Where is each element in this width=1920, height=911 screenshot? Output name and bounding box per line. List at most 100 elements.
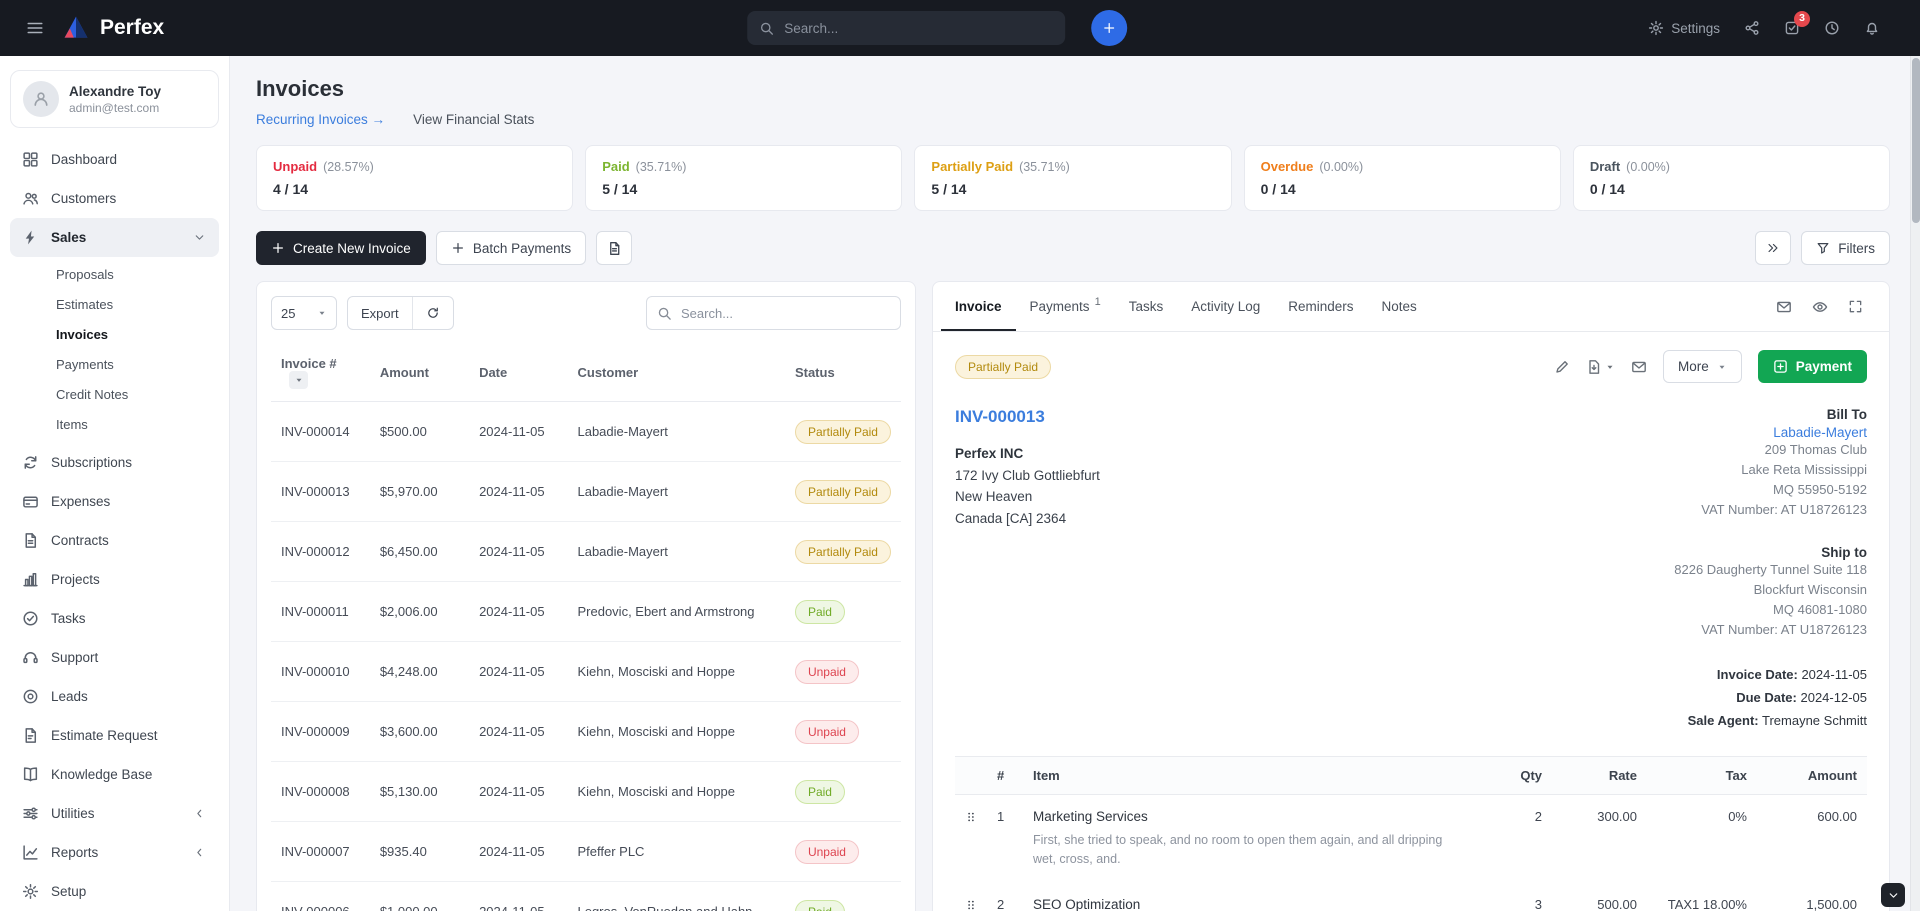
tab-count-badge: 1 xyxy=(1095,296,1101,308)
sidebar-item-expenses[interactable]: Expenses xyxy=(10,482,219,521)
invoice-customer: Legros, VonRueden and Hahn xyxy=(567,882,784,911)
invoice-row[interactable]: INV-000006$1,000.002024-11-05Legros, Von… xyxy=(271,882,901,911)
drag-handle-icon[interactable] xyxy=(955,883,987,911)
sidebar-item-leads[interactable]: Leads xyxy=(10,677,219,716)
invoice-row[interactable]: INV-000012$6,450.002024-11-05Labadie-May… xyxy=(271,522,901,582)
sidebar-item-utilities[interactable]: Utilities xyxy=(10,794,219,833)
fullscreen-icon[interactable] xyxy=(1848,299,1863,315)
user-profile-card[interactable]: Alexandre Toy admin@test.com xyxy=(10,70,219,128)
quick-create-button[interactable] xyxy=(1091,10,1127,46)
invoice-date: 2024-11-05 xyxy=(469,402,567,462)
download-icon xyxy=(1586,359,1602,375)
email-invoice-icon[interactable] xyxy=(1776,299,1792,315)
bill-to-line: Lake Reta Mississippi xyxy=(1527,460,1867,480)
stat-card-partially-paid[interactable]: Partially Paid(35.71%)5 / 14 xyxy=(914,145,1231,211)
invoice-number-link[interactable]: INV-000013 xyxy=(955,407,1045,427)
edit-invoice-icon[interactable] xyxy=(1554,359,1570,375)
preview-eye-icon[interactable] xyxy=(1812,299,1828,315)
stat-card-overdue[interactable]: Overdue(0.00%)0 / 14 xyxy=(1244,145,1561,211)
invoice-row[interactable]: INV-000011$2,006.002024-11-05Predovic, E… xyxy=(271,582,901,642)
invoice-date: 2024-11-05 xyxy=(469,642,567,702)
sidebar-item-knowledge-base[interactable]: Knowledge Base xyxy=(10,755,219,794)
sidebar-item-dashboard[interactable]: Dashboard xyxy=(10,140,219,179)
brand-logo[interactable]: Perfex xyxy=(62,14,164,42)
more-dropdown-button[interactable]: More xyxy=(1663,350,1742,383)
item-name: Marketing Services xyxy=(1033,809,1462,824)
invoice-row[interactable]: INV-000008$5,130.002024-11-05Kiehn, Mosc… xyxy=(271,762,901,822)
sidebar-subitem-items[interactable]: Items xyxy=(10,409,219,439)
tab-reminders[interactable]: Reminders xyxy=(1274,282,1367,331)
drag-handle-icon[interactable] xyxy=(955,795,987,883)
recurring-invoices-link[interactable]: Recurring Invoices → xyxy=(256,112,385,127)
table-search[interactable] xyxy=(646,296,901,330)
sidebar-subitem-invoices[interactable]: Invoices xyxy=(10,319,219,349)
tasks-icon[interactable]: 3 xyxy=(1784,20,1800,36)
send-email-icon[interactable] xyxy=(1631,359,1647,375)
scrollbar-thumb[interactable] xyxy=(1912,58,1920,223)
invoice-row[interactable]: INV-000009$3,600.002024-11-05Kiehn, Mosc… xyxy=(271,702,901,762)
collapse-panel-button[interactable] xyxy=(1755,231,1791,265)
download-pdf-button[interactable] xyxy=(1586,359,1615,375)
sidebar-item-projects[interactable]: Projects xyxy=(10,560,219,599)
stat-card-draft[interactable]: Draft(0.00%)0 / 14 xyxy=(1573,145,1890,211)
share-icon[interactable] xyxy=(1744,20,1760,36)
sidebar-item-reports[interactable]: Reports xyxy=(10,833,219,872)
item-cell: Marketing ServicesFirst, she tried to sp… xyxy=(1023,795,1472,883)
sidebar-subitem-credit-notes[interactable]: Credit Notes xyxy=(10,379,219,409)
sidebar-item-contracts[interactable]: Contracts xyxy=(10,521,219,560)
tab-tasks[interactable]: Tasks xyxy=(1115,282,1178,331)
status-badge: Unpaid xyxy=(795,720,859,744)
tab-activity-log[interactable]: Activity Log xyxy=(1177,282,1274,331)
invoice-row[interactable]: INV-000013$5,970.002024-11-05Labadie-May… xyxy=(271,462,901,522)
scroll-down-button[interactable] xyxy=(1881,883,1905,907)
column-sort-button[interactable] xyxy=(289,371,308,389)
refresh-button[interactable] xyxy=(413,297,453,329)
create-new-invoice-button[interactable]: Create New Invoice xyxy=(256,231,426,265)
invoices-report-button[interactable] xyxy=(596,231,632,265)
sidebar-item-label: Customers xyxy=(51,191,116,206)
tab-notes[interactable]: Notes xyxy=(1368,282,1431,331)
bill-to-customer-link[interactable]: Labadie-Mayert xyxy=(1527,425,1867,440)
global-search-input[interactable] xyxy=(784,21,1053,36)
sidebar-item-customers[interactable]: Customers xyxy=(10,179,219,218)
sidebar-subitem-proposals[interactable]: Proposals xyxy=(10,259,219,289)
items-column-amount: Amount xyxy=(1757,757,1867,795)
batch-payments-button[interactable]: Batch Payments xyxy=(436,231,586,265)
invoice-row[interactable]: INV-000014$500.002024-11-05Labadie-Mayer… xyxy=(271,402,901,462)
invoice-detail-panel: InvoicePayments1Tasks Activity Log Reminde… xyxy=(932,281,1890,911)
sidebar-subitem-payments[interactable]: Payments xyxy=(10,349,219,379)
global-search[interactable] xyxy=(747,11,1065,45)
sidebar-item-subscriptions[interactable]: Subscriptions xyxy=(10,443,219,482)
invoice-row[interactable]: INV-000010$4,248.002024-11-05Kiehn, Mosc… xyxy=(271,642,901,702)
gear-icon xyxy=(1648,20,1664,36)
tab-invoice[interactable]: Invoice xyxy=(941,282,1016,331)
sidebar-item-tasks[interactable]: Tasks xyxy=(10,599,219,638)
invoice-meta-line: Due Date: 2024-12-05 xyxy=(1527,687,1867,710)
reminders-clock-icon[interactable] xyxy=(1824,20,1840,36)
invoice-status: Paid xyxy=(785,882,901,911)
notifications-bell-icon[interactable] xyxy=(1864,20,1880,36)
sidebar-item-estimate-request[interactable]: Estimate Request xyxy=(10,716,219,755)
stat-card-paid[interactable]: Paid(35.71%)5 / 14 xyxy=(585,145,902,211)
invoice-row[interactable]: INV-000007$935.402024-11-05Pfeffer PLCUn… xyxy=(271,822,901,882)
sidebar-subitem-estimates[interactable]: Estimates xyxy=(10,289,219,319)
table-search-input[interactable] xyxy=(681,306,890,321)
view-financial-stats-link[interactable]: View Financial Stats xyxy=(413,112,534,127)
tab-label: Notes xyxy=(1382,299,1417,314)
page-size-select[interactable]: 25 xyxy=(271,296,337,330)
menu-toggle-icon[interactable] xyxy=(26,19,44,37)
sidebar-item-sales[interactable]: Sales xyxy=(10,218,219,257)
tab-payments[interactable]: Payments1 xyxy=(1016,282,1115,331)
export-button[interactable]: Export xyxy=(348,297,412,329)
company-address: Perfex INC 172 Ivy Club GottliebfurtNew … xyxy=(955,443,1100,529)
filters-button[interactable]: Filters xyxy=(1801,231,1890,265)
stat-card-unpaid[interactable]: Unpaid(28.57%)4 / 14 xyxy=(256,145,573,211)
settings-button[interactable]: Settings xyxy=(1648,20,1720,36)
sidebar-item-setup[interactable]: Setup xyxy=(10,872,219,911)
vertical-scrollbar[interactable] xyxy=(1910,56,1920,911)
sidebar-item-support[interactable]: Support xyxy=(10,638,219,677)
tab-label: Activity Log xyxy=(1191,299,1260,314)
add-payment-button[interactable]: Payment xyxy=(1758,350,1867,383)
search-icon xyxy=(657,306,672,321)
sidebar-item-label: Sales xyxy=(51,230,86,245)
